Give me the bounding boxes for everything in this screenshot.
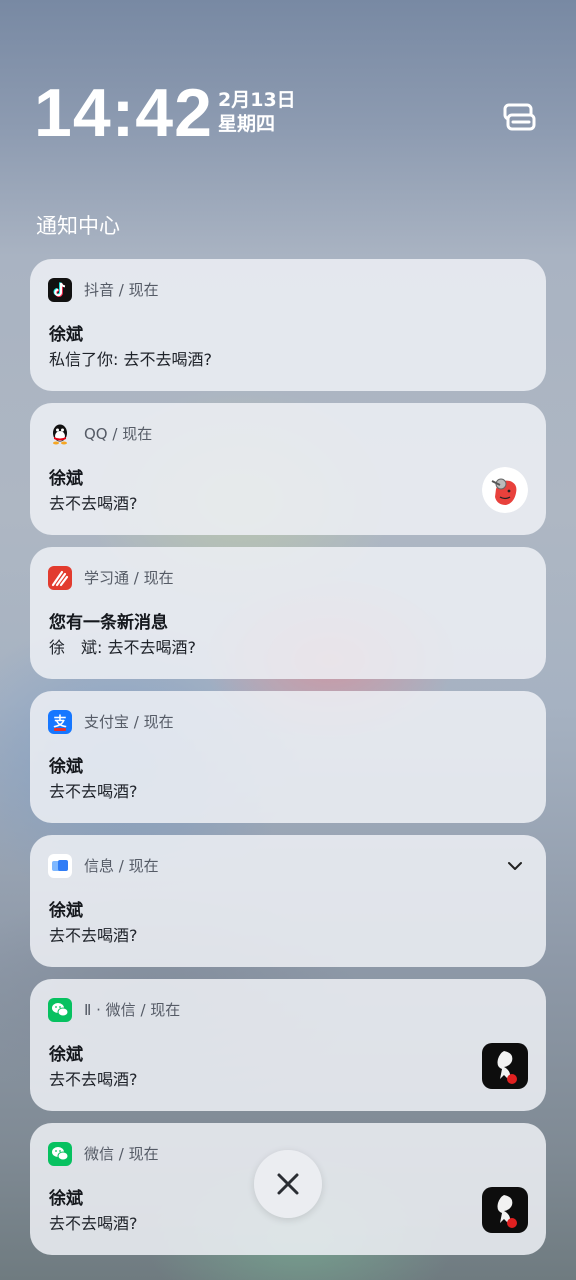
app-source-row: 微信 / 现在 <box>84 1144 159 1164</box>
notification-card-messages[interactable]: 信息 / 现在 徐斌 去不去喝酒? <box>30 835 546 967</box>
app-name: 抖音 <box>84 281 115 299</box>
timestamp: 现在 <box>128 1145 159 1163</box>
notification-title: 徐斌 <box>49 757 83 777</box>
clock-time: 14:42 <box>34 75 213 151</box>
notification-body: 去不去喝酒? <box>49 1214 138 1233</box>
notification-card-alipay[interactable]: 支 支付宝 / 现在 徐斌 去不去喝酒? <box>30 691 546 823</box>
separator: / <box>118 857 129 875</box>
sender-avatar <box>482 1187 528 1233</box>
xuexitong-icon <box>48 566 72 590</box>
wechat-icon <box>48 1142 72 1166</box>
wechat-icon <box>48 998 72 1022</box>
notification-card-xuexitong[interactable]: 学习通 / 现在 您有一条新消息 徐 斌: 去不去喝酒? <box>30 547 546 679</box>
date-block: 2月13日 星期四 <box>218 88 296 136</box>
messages-icon <box>48 854 72 878</box>
lockscreen-header: 14:42 2月13日 星期四 通知中心 <box>0 0 576 238</box>
weekday-label: 星期四 <box>218 113 276 135</box>
app-source-row: 抖音 / 现在 <box>84 280 159 300</box>
notification-body: 去不去喝酒? <box>49 782 138 801</box>
app-name: 微信 <box>84 1145 115 1163</box>
notification-manage-icon[interactable] <box>502 102 536 132</box>
notification-body: 去不去喝酒? <box>49 494 138 513</box>
notification-title: 徐斌 <box>49 469 83 489</box>
notification-body: 私信了你: 去不去喝酒? <box>49 350 212 369</box>
separator: / <box>133 569 144 587</box>
app-source-row: 信息 / 现在 <box>84 856 159 876</box>
notification-center-title: 通知中心 <box>36 214 120 238</box>
app-name: Ⅱ · 微信 <box>84 1001 136 1019</box>
notification-title: 徐斌 <box>49 1045 83 1065</box>
clear-all-button[interactable] <box>254 1150 322 1218</box>
app-name: QQ <box>84 425 108 443</box>
timestamp: 现在 <box>150 1001 181 1019</box>
app-source-row: Ⅱ · 微信 / 现在 <box>84 1000 180 1020</box>
notification-title: 您有一条新消息 <box>49 613 168 633</box>
notification-body: 去不去喝酒? <box>49 926 138 945</box>
alipay-icon: 支 <box>48 710 72 734</box>
notification-card-wechat-clone[interactable]: Ⅱ · 微信 / 现在 徐斌 去不去喝酒? <box>30 979 546 1111</box>
notification-title: 徐斌 <box>49 901 83 921</box>
timestamp: 现在 <box>143 713 174 731</box>
notification-title: 徐斌 <box>49 325 83 345</box>
notification-body: 徐 斌: 去不去喝酒? <box>49 638 196 657</box>
timestamp: 现在 <box>122 425 153 443</box>
app-name: 信息 <box>84 857 115 875</box>
sender-avatar <box>482 1043 528 1089</box>
sender-avatar <box>482 467 528 513</box>
separator: / <box>112 425 123 443</box>
app-source-row: QQ / 现在 <box>84 424 152 444</box>
timestamp: 现在 <box>128 857 159 875</box>
close-icon <box>277 1173 299 1195</box>
qq-icon <box>48 422 72 446</box>
separator: / <box>133 713 144 731</box>
notification-title: 徐斌 <box>49 1189 83 1209</box>
notification-list: 抖音 / 现在 徐斌 私信了你: 去不去喝酒? QQ / 现在 徐斌 去不去喝酒… <box>30 259 546 1267</box>
app-source-row: 学习通 / 现在 <box>84 568 174 588</box>
date-label: 2月13日 <box>218 89 296 111</box>
douyin-icon <box>48 278 72 302</box>
chevron-down-icon[interactable] <box>506 857 524 875</box>
notification-card-qq[interactable]: QQ / 现在 徐斌 去不去喝酒? <box>30 403 546 535</box>
notification-card-douyin[interactable]: 抖音 / 现在 徐斌 私信了你: 去不去喝酒? <box>30 259 546 391</box>
notification-body: 去不去喝酒? <box>49 1070 138 1089</box>
timestamp: 现在 <box>143 569 174 587</box>
app-name: 支付宝 <box>84 713 130 731</box>
app-name: 学习通 <box>84 569 130 587</box>
separator: / <box>118 281 129 299</box>
separator: / <box>140 1001 151 1019</box>
app-source-row: 支付宝 / 现在 <box>84 712 174 732</box>
separator: / <box>118 1145 129 1163</box>
svg-text:支: 支 <box>52 714 67 730</box>
timestamp: 现在 <box>128 281 159 299</box>
